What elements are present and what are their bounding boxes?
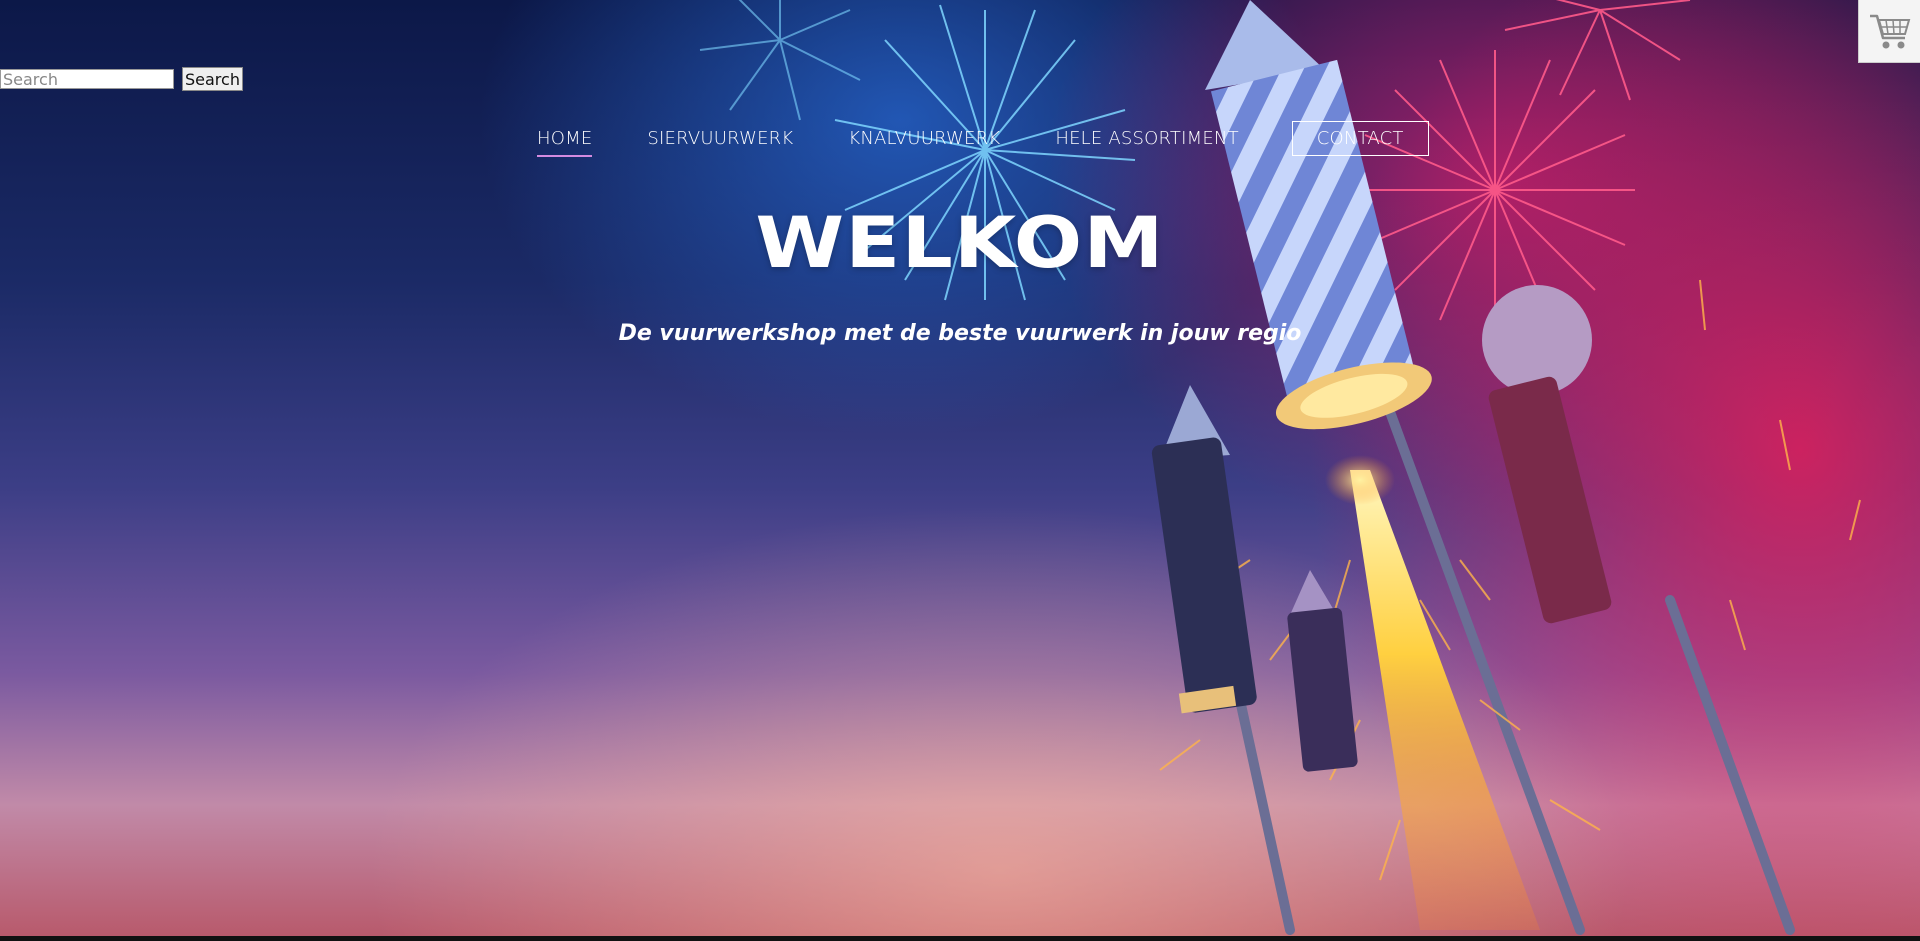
nav-item-knalvuurwerk[interactable]: KNALVUURWERK — [848, 128, 1000, 149]
hero-subtitle: De vuurwerkshop met de beste vuurwerk in… — [618, 321, 1302, 346]
search-button[interactable]: Search — [182, 67, 243, 91]
flame-trail — [1350, 470, 1540, 930]
nav-item-hele-assortiment[interactable]: HELE ASSORTIMENT — [1055, 128, 1238, 149]
left-rocket — [1151, 385, 1257, 714]
search-form: Search — [0, 67, 243, 91]
hero-background: Search HOME SIERVUURWERK KNALVUURWERK HE… — [0, 0, 1920, 936]
hero-title: WELKOM — [755, 202, 1165, 284]
nav-item-siervuurwerk[interactable]: SIERVUURWERK — [647, 128, 793, 149]
cart-button[interactable] — [1858, 0, 1920, 63]
page-bottom-edge — [0, 936, 1920, 941]
nav-item-home[interactable]: HOME — [537, 128, 593, 157]
shopping-cart-icon — [1870, 14, 1911, 49]
nav-item-contact[interactable]: CONTACT — [1291, 120, 1429, 156]
main-nav: HOME SIERVUURWERK KNALVUURWERK HELE ASSO… — [537, 118, 1429, 158]
small-rocket — [1287, 570, 1358, 772]
search-input[interactable] — [0, 69, 174, 89]
